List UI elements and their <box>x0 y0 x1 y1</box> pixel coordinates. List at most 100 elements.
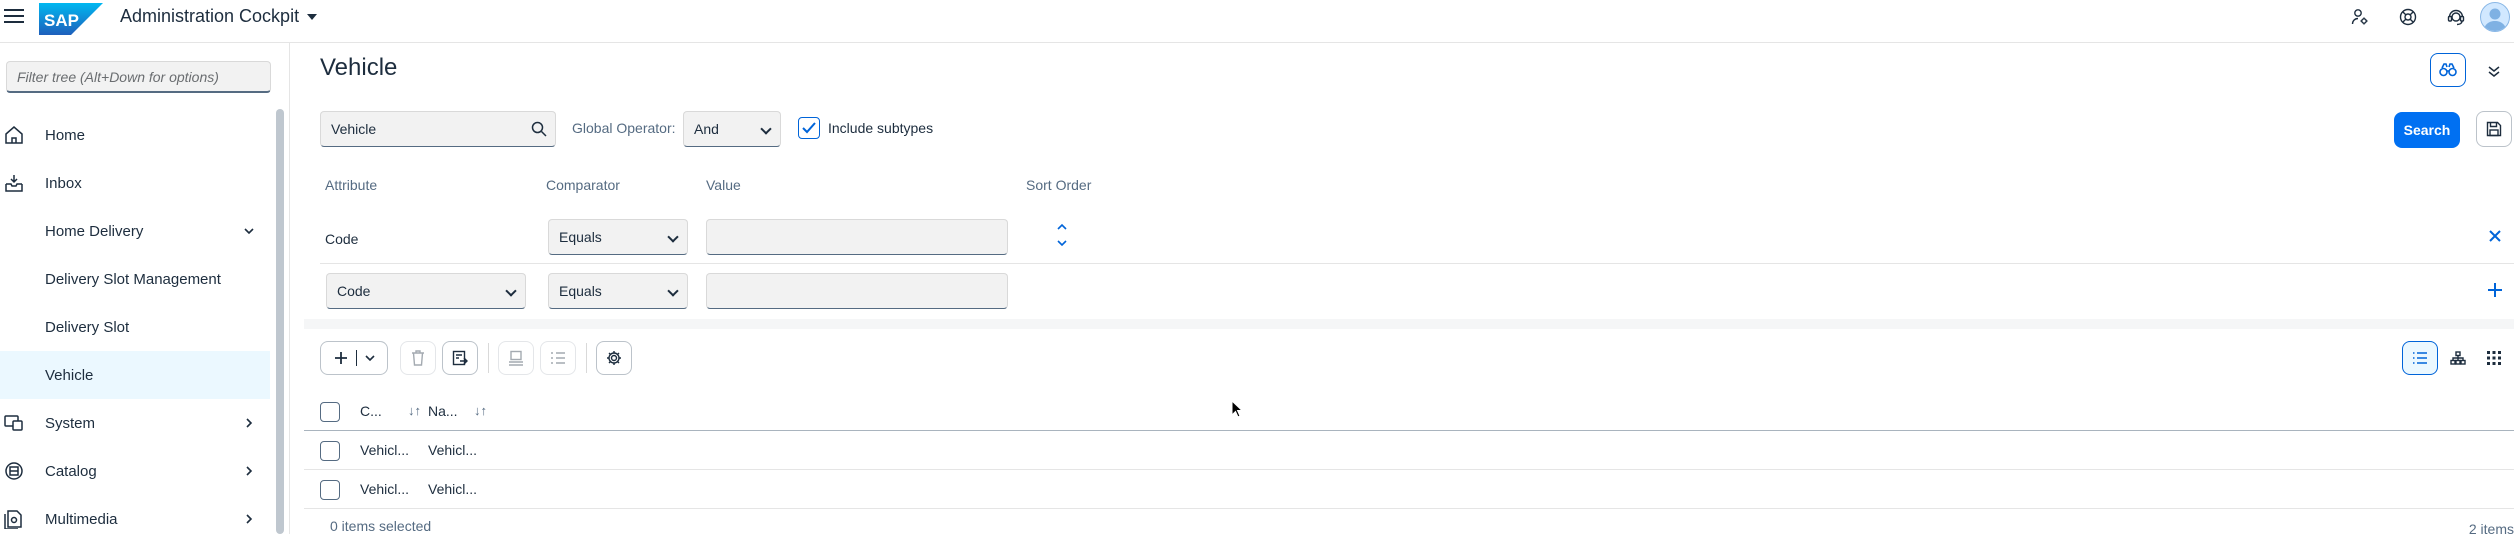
grid-view-button[interactable] <box>2476 341 2512 375</box>
trash-icon <box>412 350 424 366</box>
sidebar-item-catalog[interactable]: Catalog <box>0 447 270 495</box>
delete-button[interactable] <box>400 341 436 375</box>
cell-code: Vehicl... <box>360 481 410 497</box>
sidebar-item-label: Inbox <box>45 174 82 192</box>
sidebar-item-label: System <box>45 414 96 432</box>
sidebar-item-vehicle[interactable]: Vehicle <box>0 351 270 399</box>
sidebar-item-label: Home Delivery <box>45 222 144 240</box>
global-operator-select[interactable]: And <box>683 111 781 147</box>
split-divider <box>355 350 357 366</box>
gear-icon <box>607 351 621 365</box>
row-checkbox[interactable] <box>320 441 340 461</box>
attribute-value: Code <box>337 283 371 299</box>
cell-name: Vehicl... <box>428 442 478 458</box>
menu-icon[interactable] <box>4 9 24 25</box>
global-operator-value: And <box>694 121 719 137</box>
select-all-checkbox[interactable] <box>320 402 340 422</box>
global-operator-label: Global Operator: <box>572 120 676 136</box>
table-settings-button[interactable] <box>596 341 632 375</box>
sidebar-item-system[interactable]: System <box>0 399 270 447</box>
sort-order-arrows-icon[interactable] <box>1052 219 1072 251</box>
export-button[interactable] <box>442 341 478 375</box>
sidebar-scrollbar[interactable] <box>276 109 284 534</box>
list-view-icon <box>2413 352 2427 364</box>
sidebar-item-label: Delivery Slot <box>45 318 130 336</box>
cell-code: Vehicl... <box>360 442 410 458</box>
attribute-column-header: Attribute <box>325 177 378 193</box>
comparator-value: Equals <box>559 283 602 299</box>
person-gear-icon[interactable] <box>2336 0 2384 34</box>
toolbar-separator <box>586 343 587 373</box>
sort-icon[interactable]: ↓↑ <box>408 403 421 418</box>
attribute-select[interactable]: Code <box>326 273 526 309</box>
value-column-header: Value <box>706 177 741 193</box>
bulk-edit-button[interactable] <box>498 341 534 375</box>
search-icon[interactable] <box>531 121 547 137</box>
sidebar-item-home-delivery[interactable]: Home Delivery <box>0 207 270 255</box>
sidebar-item-delivery-slot[interactable]: Delivery Slot <box>0 303 270 351</box>
shell-bar: SAP Administration Cockpit <box>0 0 2514 43</box>
include-subtypes-label: Include subtypes <box>828 120 934 136</box>
total-count: 2 items <box>2468 521 2514 534</box>
shell-actions <box>2336 0 2514 34</box>
chevron-down-icon <box>364 355 375 362</box>
criteria-value-input[interactable] <box>706 219 1008 255</box>
sidebar-item-label: Vehicle <box>45 366 94 384</box>
bulk-edit-icon <box>509 350 523 366</box>
advanced-search-toggle-button[interactable] <box>2430 53 2466 87</box>
mouse-cursor-icon <box>1231 400 1243 418</box>
compare-button[interactable] <box>540 341 576 375</box>
binoculars-icon <box>2439 63 2457 77</box>
results-table-header: C... ↓↑ Na... ↓↑ <box>304 389 2514 431</box>
sap-logo[interactable]: SAP <box>39 3 103 35</box>
table-row[interactable]: Vehicl... Vehicl... <box>304 431 2514 470</box>
tree-filter-input[interactable]: Filter tree (Alt+Down for options) <box>6 61 271 93</box>
type-search-input[interactable]: Vehicle <box>320 111 556 147</box>
support-icon[interactable] <box>2432 0 2480 34</box>
help-icon[interactable] <box>2384 0 2432 34</box>
list-check-icon <box>551 352 565 364</box>
sort-icon[interactable]: ↓↑ <box>474 403 487 418</box>
app-title-menu[interactable]: Administration Cockpit <box>120 6 318 27</box>
toolbar-separator <box>488 343 489 373</box>
sidebar-item-home[interactable]: Home <box>0 111 270 159</box>
caret-down-icon <box>307 13 318 20</box>
chevron-right-icon <box>246 466 253 476</box>
sidebar-item-inbox[interactable]: Inbox <box>0 159 270 207</box>
checkmark-icon <box>802 122 816 134</box>
inbox-icon <box>5 175 23 192</box>
add-criteria-icon[interactable] <box>2486 281 2504 299</box>
collapse-header-button[interactable] <box>2480 57 2508 85</box>
create-menu-button[interactable] <box>320 341 388 375</box>
sort-order-column-header: Sort Order <box>1026 177 1092 193</box>
selected-count: 0 items selected <box>330 518 432 534</box>
sidebar-item-multimedia[interactable]: Multimedia <box>0 495 270 534</box>
table-row[interactable]: Vehicl... Vehicl... <box>304 470 2514 509</box>
sidebar-item-label: Home <box>45 126 86 144</box>
chevron-down-icon <box>760 123 772 135</box>
hierarchy-icon <box>2450 351 2466 365</box>
comparator-select-new[interactable]: Equals <box>548 273 688 309</box>
sidebar-item-delivery-slot-management[interactable]: Delivery Slot Management <box>0 255 270 303</box>
remove-criteria-icon[interactable] <box>2486 227 2504 245</box>
export-icon <box>452 350 468 366</box>
comparator-column-header: Comparator <box>546 177 620 193</box>
save-query-button[interactable] <box>2476 111 2512 147</box>
row-checkbox[interactable] <box>320 480 340 500</box>
criteria-value-input-new[interactable] <box>706 273 1008 309</box>
list-view-button[interactable] <box>2402 341 2438 375</box>
column-header-name[interactable]: Na... <box>428 403 458 419</box>
main-content: Vehicle Vehicle Global Operator: And Inc… <box>290 43 2514 534</box>
grid-icon <box>2487 351 2501 365</box>
comparator-select[interactable]: Equals <box>548 219 688 255</box>
brand-text: SAP <box>44 11 79 30</box>
include-subtypes-checkbox[interactable] <box>798 117 820 139</box>
double-chevron-down-icon <box>2488 66 2500 77</box>
column-header-code[interactable]: C... <box>360 403 382 419</box>
search-button[interactable]: Search <box>2394 112 2460 148</box>
home-icon <box>5 126 23 144</box>
tree-view-button[interactable] <box>2440 341 2476 375</box>
catalog-icon <box>5 462 23 480</box>
sidebar-item-label: Multimedia <box>45 510 118 528</box>
user-avatar-icon[interactable] <box>2480 2 2510 32</box>
